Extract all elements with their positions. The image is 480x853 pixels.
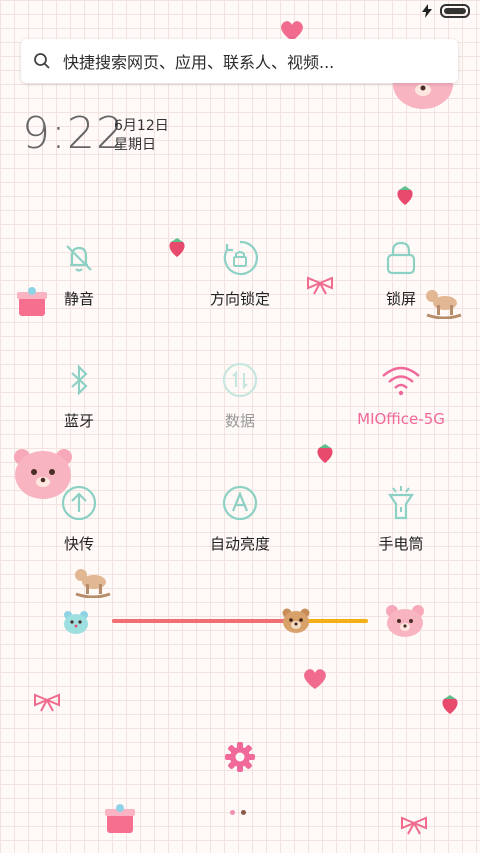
search-icon — [34, 53, 50, 69]
bluetooth-icon — [57, 358, 101, 402]
wifi-icon — [379, 358, 423, 402]
toggle-transfer[interactable]: 快传 — [14, 481, 144, 554]
rocking-horse-sticker-icon — [75, 569, 111, 598]
bell-off-icon — [57, 236, 101, 280]
brightness-low-icon — [64, 611, 88, 634]
clock-date-block[interactable]: 6月12日 星期日 — [114, 117, 169, 155]
heart-sticker-icon — [304, 669, 326, 689]
page-dot — [230, 810, 235, 815]
ribbon-sticker-icon — [307, 276, 333, 295]
search-bar[interactable]: 快捷搜索网页、应用、联系人、视频... — [21, 39, 458, 83]
strawberry-sticker-icon — [442, 695, 458, 714]
brightness-slider-thumb[interactable] — [281, 606, 311, 634]
toggle-label: 快传 — [63, 535, 94, 553]
clock-date: 6月12日 — [114, 118, 169, 134]
page-dot-active — [241, 810, 246, 815]
brightness-high-icon — [386, 605, 424, 637]
mobile-data-icon — [218, 358, 262, 402]
settings-gear-icon[interactable] — [225, 742, 255, 772]
toggle-auto-brightness[interactable]: 自动亮度 — [175, 481, 305, 554]
toggle-mobile-data[interactable]: 数据 — [175, 358, 305, 431]
toggle-flashlight[interactable]: 手电筒 — [336, 481, 466, 554]
strawberry-sticker-icon — [397, 186, 413, 205]
transfer-icon — [57, 481, 101, 525]
toggle-rotation-lock[interactable]: 方向锁定 — [175, 236, 305, 309]
ribbon-sticker-icon — [34, 693, 60, 712]
page-indicator — [230, 810, 246, 815]
rotation-lock-icon — [218, 236, 262, 280]
ribbon-sticker-icon — [401, 816, 427, 835]
clock-time[interactable]: 9:22 — [22, 108, 125, 159]
search-placeholder: 快捷搜索网页、应用、联系人、视频... — [63, 53, 335, 72]
toggle-lock-screen[interactable]: 锁屏 — [336, 236, 466, 309]
lock-icon — [379, 236, 423, 280]
toggle-label: 手电筒 — [378, 535, 424, 553]
strawberry-sticker-icon — [317, 444, 333, 463]
auto-brightness-icon — [218, 481, 262, 525]
toggle-label: 方向锁定 — [209, 290, 270, 308]
battery-icon — [440, 4, 470, 18]
toggle-label: 自动亮度 — [209, 535, 270, 553]
clock-weekday: 星期日 — [114, 137, 156, 153]
toggle-label: 静音 — [63, 290, 94, 308]
toggle-bluetooth[interactable]: 蓝牙 — [14, 358, 144, 431]
status-bar — [422, 4, 470, 18]
toggle-label: 锁屏 — [385, 290, 416, 308]
flashlight-icon — [379, 481, 423, 525]
toggle-label: MIOffice-5G — [357, 410, 445, 428]
toggle-silent[interactable]: 静音 — [14, 236, 144, 309]
brightness-slider-fill — [112, 619, 296, 623]
toggle-wifi[interactable]: MIOffice-5G — [336, 358, 466, 428]
toggle-label: 蓝牙 — [63, 412, 94, 430]
gift-sticker-icon — [105, 804, 135, 833]
lightning-icon — [422, 4, 432, 18]
toggle-label: 数据 — [224, 412, 255, 430]
